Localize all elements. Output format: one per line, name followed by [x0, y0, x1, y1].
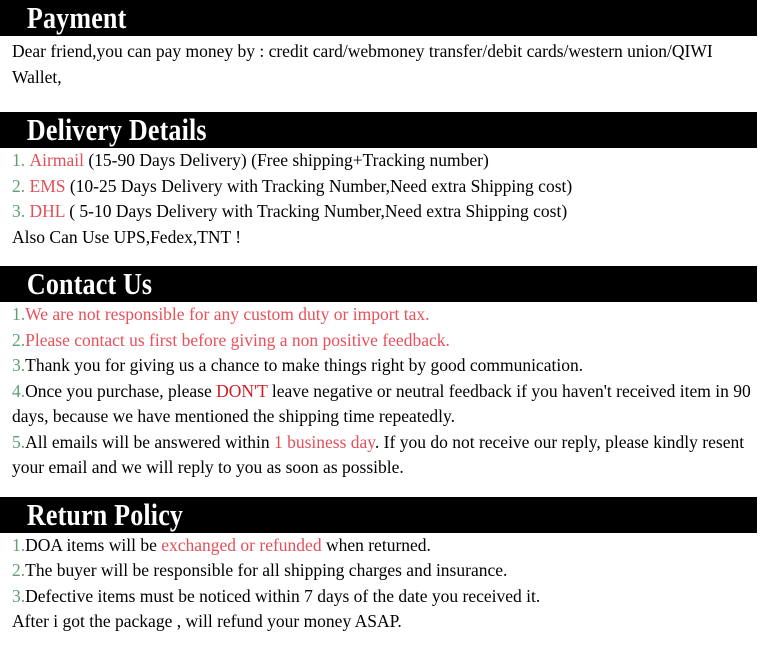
delivery-method-name: Airmail [29, 150, 84, 170]
delivery-item-detail: ( 5-10 Days Delivery with Tracking Numbe… [64, 201, 568, 221]
contact-item: 2.Please contact us first before giving … [12, 328, 761, 354]
contact-item: 3.Thank you for giving us a chance to ma… [12, 353, 761, 379]
section-body-payment: Dear friend,you can pay money by : credi… [0, 36, 765, 90]
delivery-item: 1. Airmail (15-90 Days Delivery) (Free s… [12, 148, 761, 174]
section-title-delivery: Delivery Details [26, 112, 207, 147]
list-number: 4. [12, 380, 26, 401]
return-policy-text: The buyer will be responsible for all sh… [25, 560, 508, 580]
section-header-contact: Contact Us [0, 266, 757, 302]
delivery-method-name: EMS [29, 175, 66, 196]
list-number: 2. [12, 560, 26, 580]
list-number: 2. [12, 329, 26, 350]
list-number: 1. [12, 534, 26, 555]
return-policy-item: 2.The buyer will be responsible for all … [12, 558, 761, 584]
delivery-item-detail: (10-25 Days Delivery with Tracking Numbe… [65, 175, 573, 196]
section-body-contact: 1.We are not responsible for any custom … [0, 302, 765, 481]
contact-item-text-part1: All emails will be answered within [25, 431, 274, 452]
list-number: 2. [12, 175, 26, 196]
delivery-item: 3. DHL ( 5-10 Days Delivery with Trackin… [12, 199, 761, 225]
list-number: 5. [12, 431, 26, 452]
section-title-return-policy: Return Policy [26, 496, 184, 532]
list-number: 1. [12, 304, 26, 324]
section-header-return-policy: Return Policy [0, 496, 757, 533]
list-number: 3. [12, 585, 26, 606]
contact-item: 1.We are not responsible for any custom … [12, 302, 761, 328]
section-header-delivery: Delivery Details [0, 112, 757, 148]
payment-text: Dear friend,you can pay money by : credi… [12, 41, 713, 87]
contact-item: 5.All emails will be answered within 1 b… [12, 430, 761, 481]
contact-item-emphasis: 1 business day [273, 431, 375, 452]
return-policy-item: 3.Defective items must be noticed within… [12, 584, 761, 610]
contact-item-text: Please contact us first before giving a … [25, 329, 450, 350]
return-policy-item: 1.DOA items will be exchanged or refunde… [12, 533, 761, 559]
list-number: 1. [12, 150, 26, 170]
delivery-item: 2. EMS (10-25 Days Delivery with Trackin… [12, 174, 761, 200]
return-policy-text-part1: DOA items will be [25, 534, 162, 555]
return-policy-text-part2: when returned. [321, 534, 431, 555]
policy-page: Payment Dear friend,you can pay money by… [0, 0, 765, 635]
contact-item-emphasis: DON'T [216, 380, 268, 401]
contact-item: 4.Once you purchase, please DON'T leave … [12, 379, 761, 430]
delivery-footer-text: Also Can Use UPS,Fedex,TNT ! [12, 226, 242, 247]
section-title-contact: Contact Us [26, 266, 153, 301]
section-body-delivery: 1. Airmail (15-90 Days Delivery) (Free s… [0, 148, 765, 250]
return-policy-footer-text: After i got the package , will refund yo… [12, 611, 402, 631]
return-policy-emphasis: exchanged or refunded [161, 534, 322, 555]
section-header-payment: Payment [0, 0, 757, 36]
section-title-payment: Payment [26, 0, 127, 35]
return-policy-text: Defective items must be noticed within 7… [25, 585, 541, 606]
list-number: 3. [12, 201, 26, 221]
contact-item-text: Thank you for giving us a chance to make… [25, 355, 584, 375]
contact-item-text: We are not responsible for any custom du… [25, 304, 430, 324]
delivery-item-detail: (15-90 Days Delivery) (Free shipping+Tra… [83, 150, 489, 170]
delivery-method-name: DHL [29, 201, 65, 221]
contact-item-text-part1: Once you purchase, please [25, 380, 217, 401]
list-number: 3. [12, 355, 26, 375]
section-body-return-policy: 1.DOA items will be exchanged or refunde… [0, 533, 765, 635]
